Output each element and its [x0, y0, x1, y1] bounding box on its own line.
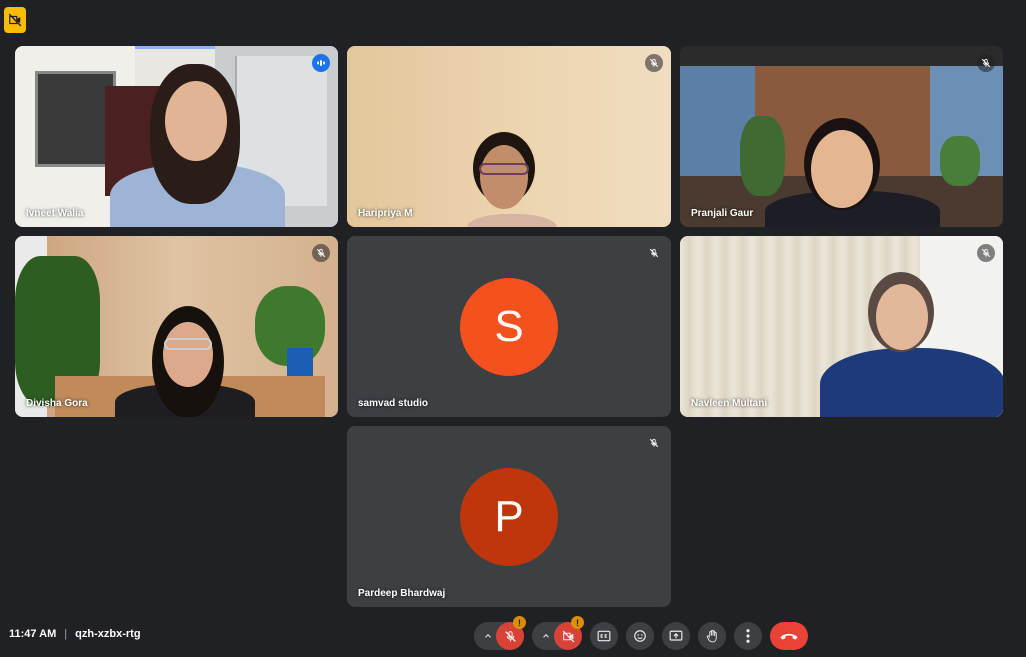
meeting-time: 11:47 AM	[9, 628, 57, 640]
captions-icon	[597, 630, 611, 642]
mic-off-icon	[504, 630, 516, 642]
participant-video	[680, 46, 1003, 227]
mic-off-icon	[645, 54, 663, 72]
call-controls: ! !	[474, 616, 808, 651]
participant-name: samvad studio	[358, 398, 429, 409]
participant-name: Haripriya M	[358, 208, 413, 219]
camera-off-icon	[8, 13, 22, 27]
separator: |	[64, 628, 68, 640]
participant-video	[347, 46, 671, 227]
video-options-button[interactable]	[538, 631, 554, 641]
raise-hand-button[interactable]	[698, 622, 726, 650]
reactions-button[interactable]	[626, 622, 654, 650]
camera-warning-badge: !	[571, 616, 584, 629]
present-icon	[669, 630, 683, 641]
mic-toggle-button[interactable]: !	[496, 616, 526, 650]
participant-tile[interactable]: Divisha Gora	[15, 236, 338, 417]
mic-off-icon	[977, 54, 995, 72]
participant-video	[680, 236, 1003, 417]
avatar: P	[460, 467, 558, 566]
participant-name: Divisha Gora	[26, 398, 88, 409]
chevron-up-icon	[543, 634, 549, 638]
more-options-button[interactable]	[734, 622, 762, 650]
camera-off-status-badge[interactable]	[4, 7, 26, 33]
participant-tile[interactable]: Haripriya M	[347, 46, 671, 227]
avatar: S	[460, 277, 558, 376]
participant-name: Ivneet Walia	[26, 208, 84, 219]
participant-name: Navleen Multani	[691, 398, 768, 409]
participant-tile[interactable]: Ivneet Walia	[15, 46, 338, 227]
audio-options-button[interactable]	[480, 631, 496, 641]
participant-tile[interactable]: P Pardeep Bhardwaj	[347, 426, 671, 607]
participant-tile[interactable]: S samvad studio	[347, 236, 671, 417]
mic-off-icon	[645, 244, 663, 262]
participant-video	[15, 236, 338, 417]
more-options-icon	[746, 629, 750, 643]
leave-call-button[interactable]	[770, 622, 808, 650]
emoji-icon	[634, 630, 646, 642]
participant-tile[interactable]: Pranjali Gaur	[680, 46, 1003, 227]
mic-off-icon	[645, 434, 663, 452]
mic-off-icon	[977, 244, 995, 262]
raise-hand-icon	[706, 629, 717, 643]
mic-control-group: !	[474, 616, 526, 650]
present-button[interactable]	[662, 622, 690, 650]
mic-off-icon	[312, 244, 330, 262]
camera-control-group: !	[532, 616, 584, 650]
mic-warning-badge: !	[513, 616, 526, 629]
participant-name: Pranjali Gaur	[691, 208, 754, 219]
speaking-indicator-icon	[312, 54, 330, 72]
participant-name: Pardeep Bhardwaj	[358, 588, 446, 599]
participant-tile[interactable]: Navleen Multani	[680, 236, 1003, 417]
camera-off-icon	[562, 630, 574, 642]
end-call-icon	[780, 633, 798, 640]
camera-toggle-button[interactable]: !	[554, 616, 584, 650]
chevron-up-icon	[485, 634, 491, 638]
meeting-code: qzh-xzbx-rtg	[75, 628, 141, 640]
meeting-details[interactable]: 11:47 AM | qzh-xzbx-rtg	[9, 628, 141, 640]
captions-button[interactable]	[590, 622, 618, 650]
participant-video	[15, 46, 338, 227]
